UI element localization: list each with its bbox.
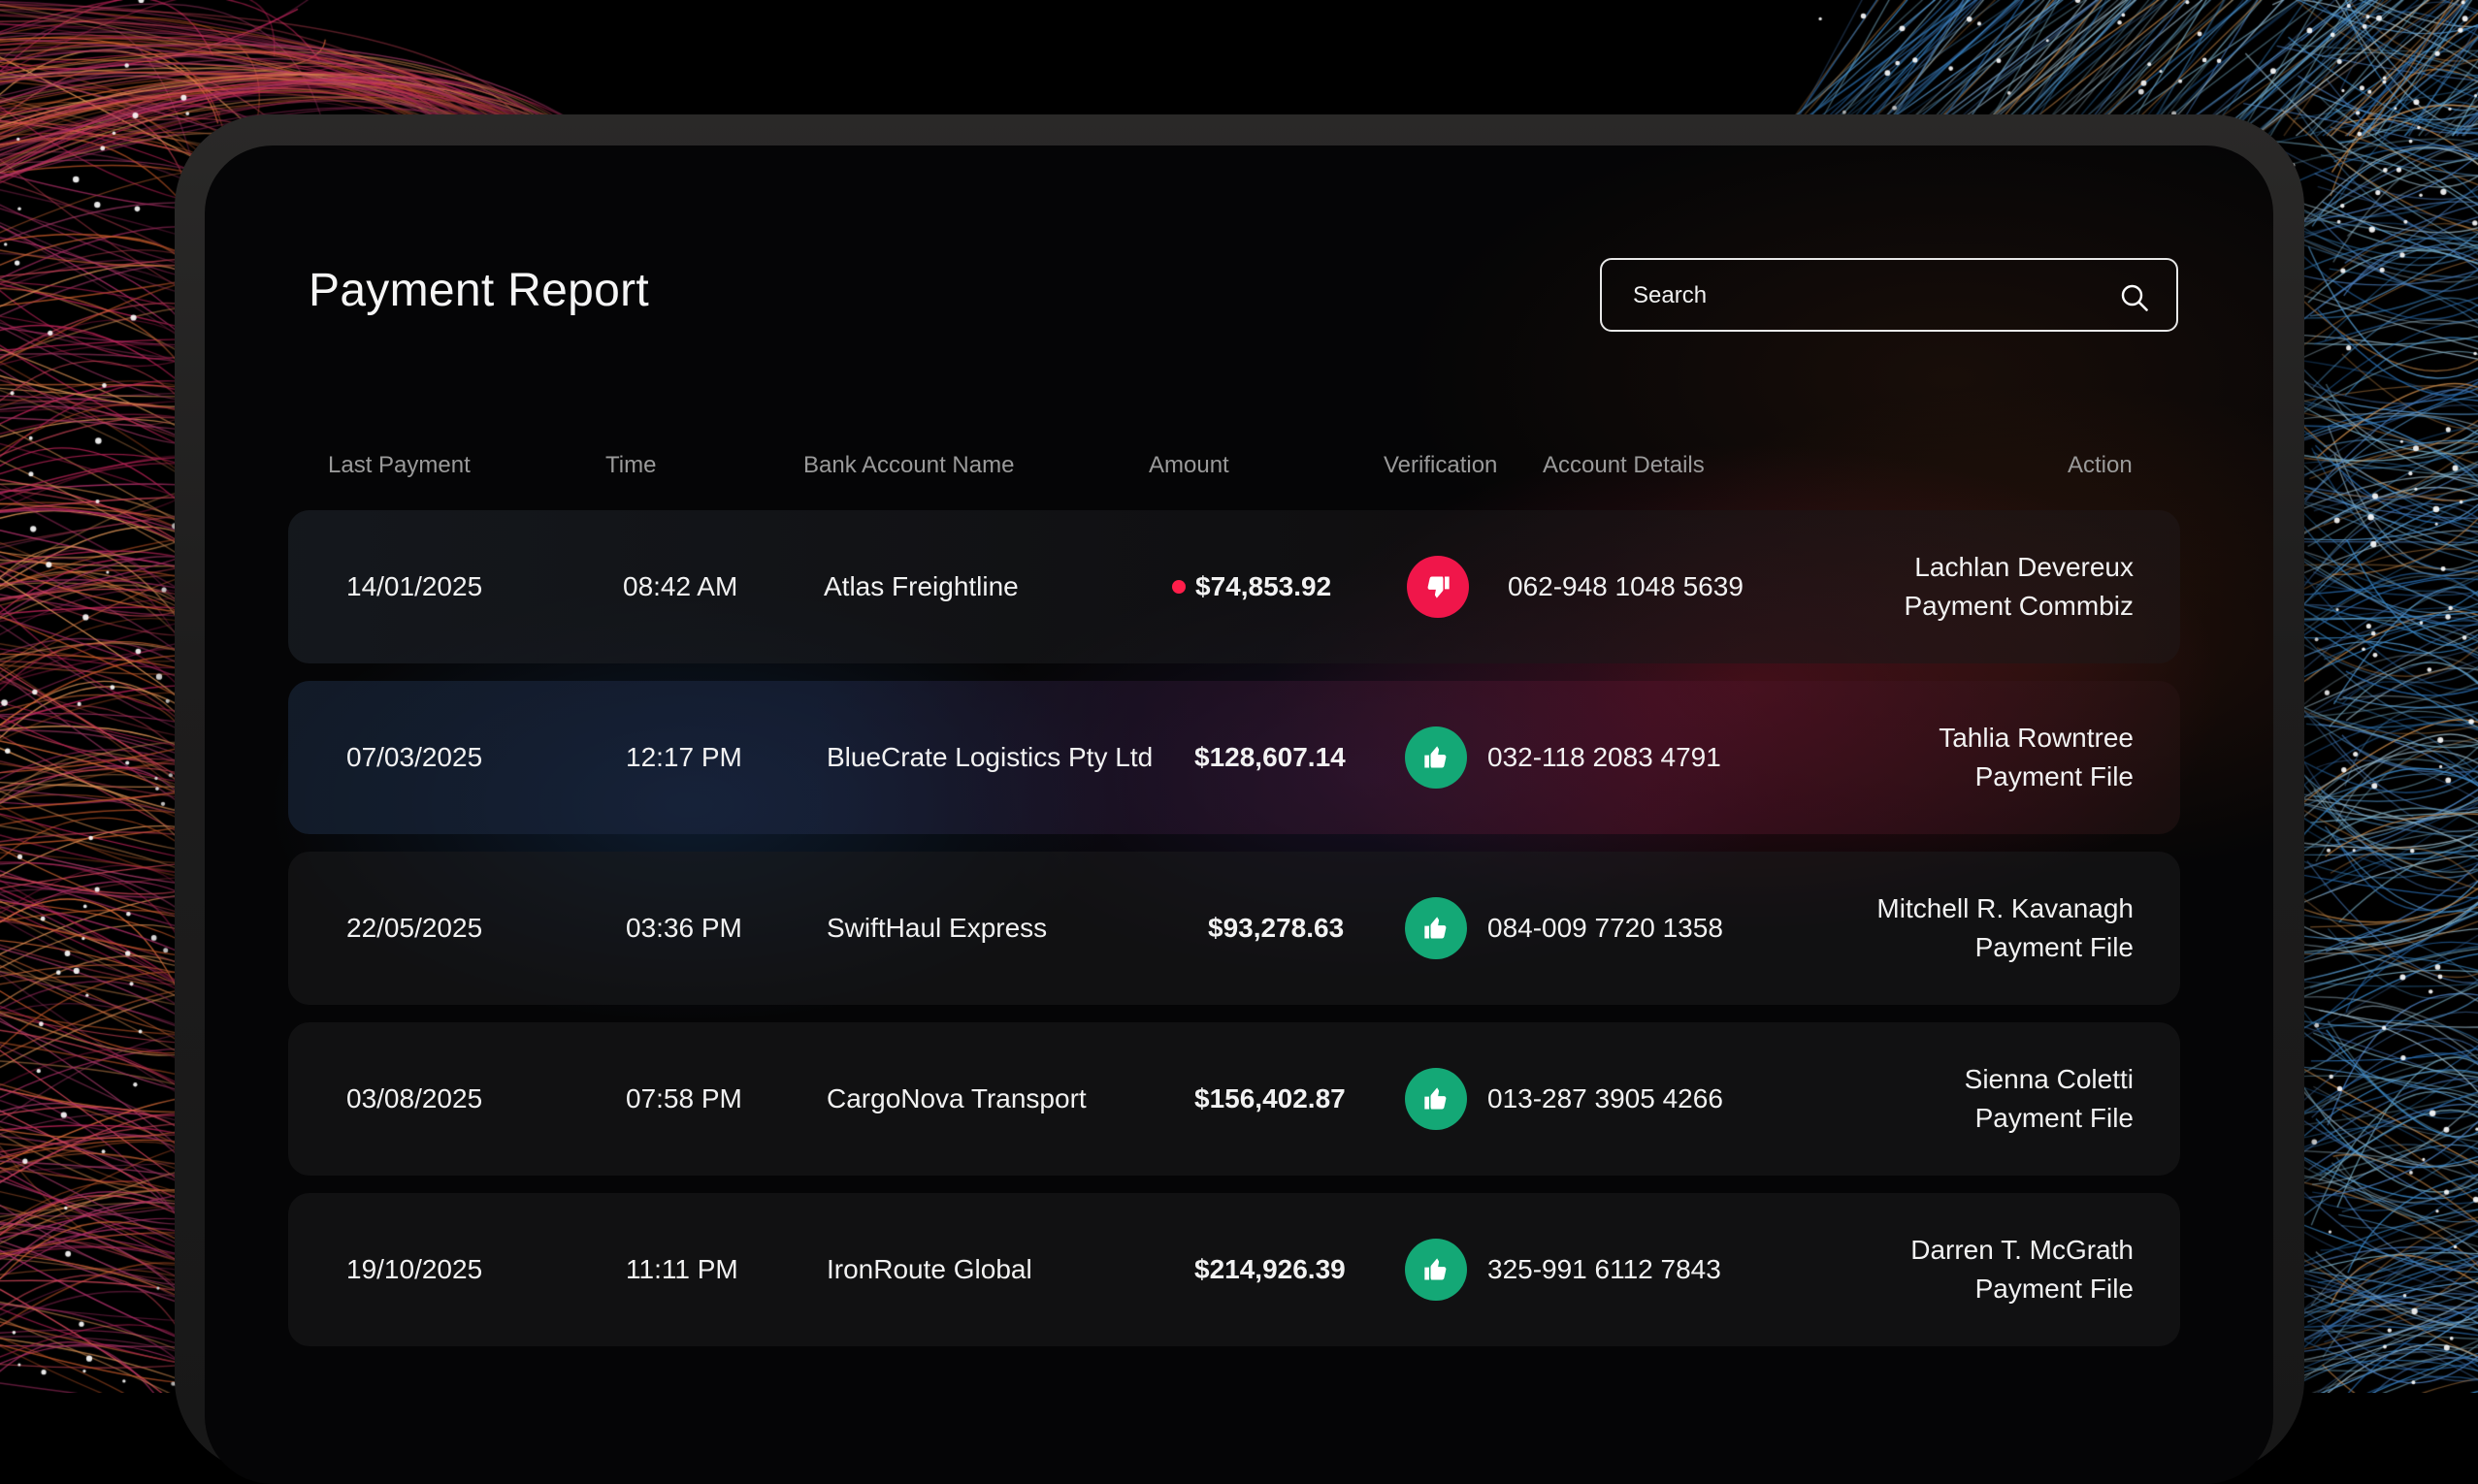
page-title: Payment Report [309,265,650,316]
account-details: 325-991 6112 7843 [1487,1254,1721,1284]
verification-approved-button[interactable] [1405,1239,1467,1301]
action-person-name: Darren T. McGrath [1910,1235,2134,1265]
account-details: 062-948 1048 5639 [1508,571,1744,601]
action-cell[interactable]: Mitchell R. Kavanagh Payment File [1876,852,2134,1005]
thumbs-up-icon [1424,917,1447,939]
action-payment-link[interactable]: Payment File [1975,928,2134,967]
table-row[interactable]: 22/05/2025 03:36 PM SwiftHaul Express $9… [288,852,2180,1005]
payment-time: 08:42 AM [623,571,738,601]
last-payment-date: 22/05/2025 [346,913,483,943]
search-input[interactable] [1631,260,2101,332]
payment-report-panel: Payment Report Last Payment Time Bank Ac… [205,145,2273,1484]
bank-account-name: CargoNova Transport [827,1083,1087,1113]
table-row[interactable]: 14/01/2025 08:42 AM Atlas Freightline $7… [288,510,2180,663]
search-box[interactable] [1600,258,2178,332]
verification-approved-button[interactable] [1405,1068,1467,1130]
verification-rejected-button[interactable] [1407,556,1469,618]
payment-time: 12:17 PM [626,742,742,772]
action-person-name: Mitchell R. Kavanagh [1876,893,2134,923]
column-header-action[interactable]: Action [2068,452,2133,479]
amount: $93,278.63 [1208,852,1344,1005]
action-person-name: Tahlia Rowntree [1939,723,2134,753]
last-payment-date: 07/03/2025 [346,742,483,772]
action-cell[interactable]: Lachlan Devereux Payment Commbiz [1904,510,2134,663]
amount: $214,926.39 [1194,1193,1346,1346]
thumbs-up-icon [1424,746,1447,768]
verification-approved-button[interactable] [1405,897,1467,959]
account-details: 084-009 7720 1358 [1487,913,1723,943]
bank-account-name: SwiftHaul Express [827,913,1048,943]
bank-account-name: IronRoute Global [827,1254,1032,1284]
action-person-name: Lachlan Devereux [1914,552,2134,582]
amount-value: $128,607.14 [1194,742,1346,772]
amount-value: $156,402.87 [1194,1083,1346,1113]
action-payment-link[interactable]: Payment File [1975,758,2134,796]
column-header-time[interactable]: Time [605,452,656,479]
action-person-name: Sienna Coletti [1964,1064,2134,1094]
amount: $156,402.87 [1194,1022,1346,1176]
column-header-amount[interactable]: Amount [1149,452,1229,479]
column-header-bank-account-name[interactable]: Bank Account Name [803,452,1014,479]
search-icon[interactable] [2120,283,2149,312]
thumbs-up-icon [1424,1087,1447,1110]
bank-account-name: BlueCrate Logistics Pty Ltd [827,742,1154,772]
payment-time: 03:36 PM [626,913,742,943]
table-row[interactable]: 03/08/2025 07:58 PM CargoNova Transport … [288,1022,2180,1176]
amount-value: $214,926.39 [1194,1254,1346,1284]
payment-time: 11:11 PM [626,1254,738,1284]
last-payment-date: 03/08/2025 [346,1083,483,1113]
flag-dot-icon [1172,580,1186,594]
action-cell[interactable]: Darren T. McGrath Payment File [1910,1193,2134,1346]
thumbs-up-icon [1424,1258,1447,1280]
amount: $128,607.14 [1194,681,1346,834]
column-header-account-details[interactable]: Account Details [1543,452,1705,479]
thumbs-down-icon [1427,576,1450,598]
table-row[interactable]: 07/03/2025 12:17 PM BlueCrate Logistics … [288,681,2180,834]
action-cell[interactable]: Tahlia Rowntree Payment File [1939,681,2134,834]
amount: $74,853.92 [1172,510,1331,663]
table-row[interactable]: 19/10/2025 11:11 PM IronRoute Global $21… [288,1193,2180,1346]
column-header-verification[interactable]: Verification [1384,452,1497,479]
account-details: 013-287 3905 4266 [1487,1083,1723,1113]
action-payment-link[interactable]: Payment File [1975,1270,2134,1308]
action-cell[interactable]: Sienna Coletti Payment File [1965,1022,2134,1176]
amount-value: $74,853.92 [1195,571,1332,601]
action-payment-link[interactable]: Payment Commbiz [1904,587,2134,626]
column-header-last-payment[interactable]: Last Payment [328,452,471,479]
verification-approved-button[interactable] [1405,726,1467,789]
payment-time: 07:58 PM [626,1083,742,1113]
last-payment-date: 19/10/2025 [346,1254,483,1284]
amount-value: $93,278.63 [1208,913,1345,943]
account-details: 032-118 2083 4791 [1487,742,1721,772]
bank-account-name: Atlas Freightline [824,571,1019,601]
last-payment-date: 14/01/2025 [346,571,483,601]
action-payment-link[interactable]: Payment File [1975,1099,2134,1138]
